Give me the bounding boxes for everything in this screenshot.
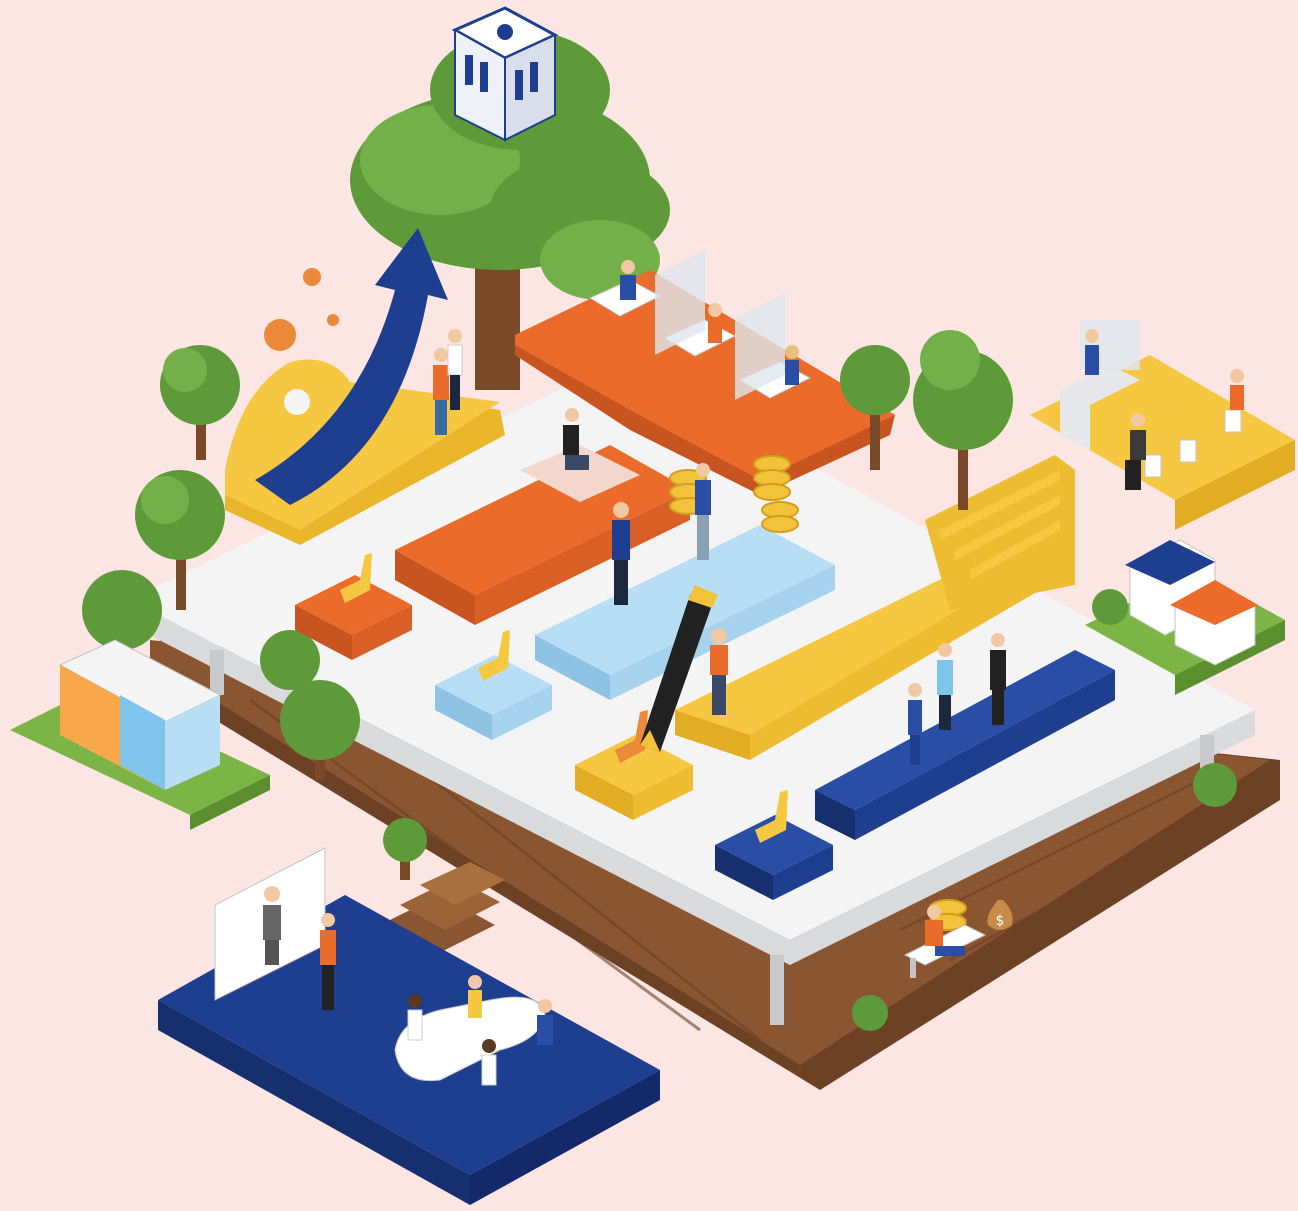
bank-building-icon — [451, 6, 559, 142]
tree-icon — [160, 345, 240, 460]
person-icon — [537, 999, 553, 1045]
money-bag-symbol: $ — [996, 913, 1005, 929]
person-icon — [785, 345, 799, 385]
isometric-bank-scene: $ — [0, 0, 1298, 1207]
scene-illustration: $ — [10, 6, 1295, 1205]
person-icon — [1230, 369, 1244, 410]
person-icon — [407, 994, 423, 1041]
person-icon — [433, 348, 449, 435]
staircase-icon — [925, 455, 1075, 610]
tree-icon — [383, 818, 427, 880]
person-icon — [620, 260, 636, 300]
person-icon — [708, 303, 722, 343]
tree-icon — [913, 330, 1013, 510]
person-icon — [468, 975, 482, 1018]
person-icon — [263, 886, 281, 965]
person-icon — [447, 329, 463, 410]
virus-icon — [264, 268, 339, 351]
person-icon — [481, 1039, 497, 1086]
person-icon — [1085, 329, 1099, 375]
